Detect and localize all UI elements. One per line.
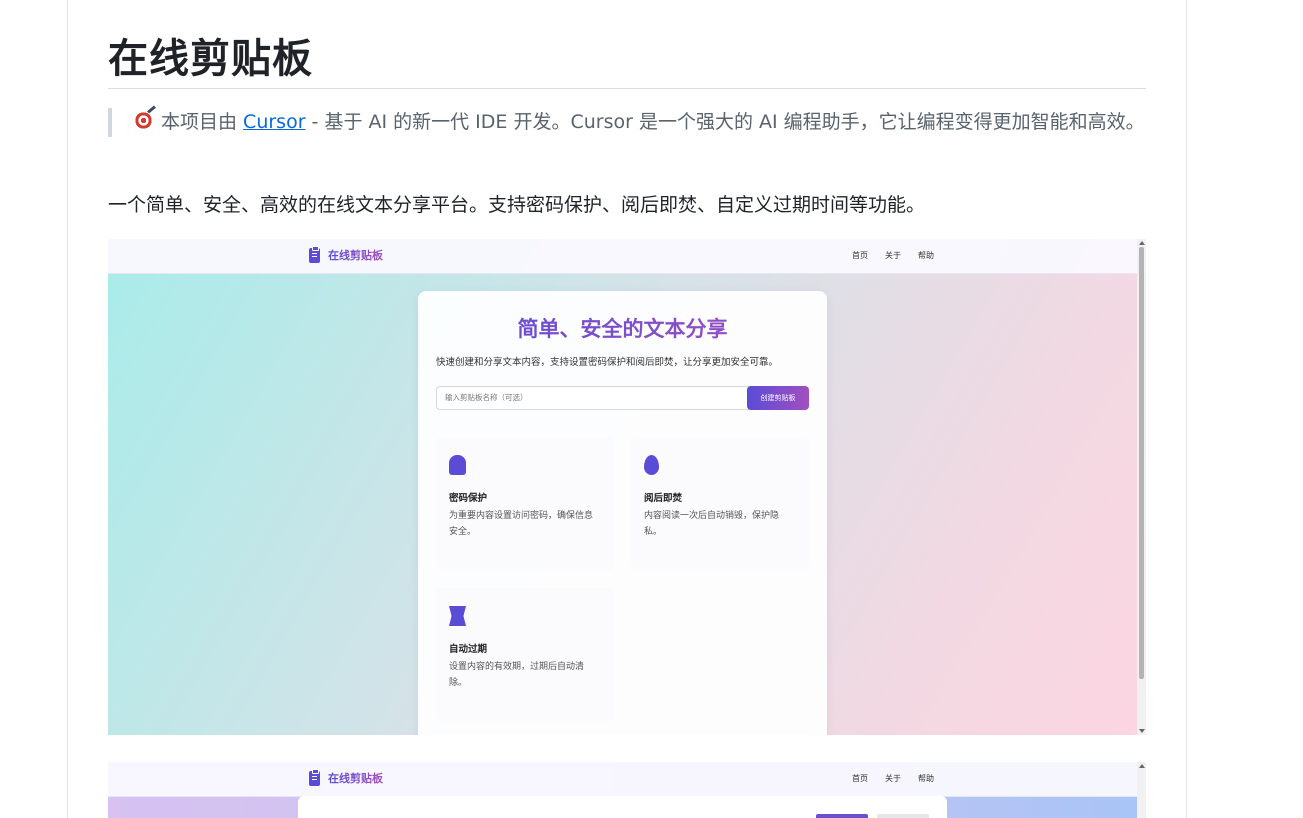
blockquote-text: 本项目由 Cursor - 基于 AI 的新一代 IDE 开发。Cursor 是… (133, 108, 1163, 137)
feature-card-expire: 自动过期 设置内容的有效期，过期后自动清除。 (436, 588, 614, 721)
quote-suffix: - 基于 AI 的新一代 IDE 开发。Cursor 是一个强大的 AI 编程助… (305, 111, 1145, 133)
feature-desc: 内容阅读一次后自动销毁，保护隐私。 (644, 511, 780, 537)
page-border-right (1186, 0, 1187, 818)
app-navbar: 在线剪贴板 首页 关于 帮助 (108, 762, 1137, 797)
scrollbar[interactable] (1137, 239, 1146, 735)
nav-link-home[interactable]: 首页 (852, 250, 868, 261)
lock-icon (449, 455, 466, 475)
hero-subtitle: 快速创建和分享文本内容，支持设置密码保护和阅后即焚，让分享更加安全可靠。 (436, 357, 779, 368)
readme-title: 在线剪贴板 (108, 36, 313, 82)
hero-title: 简单、安全的文本分享 (418, 313, 827, 343)
readme-description: 一个简单、安全、高效的在线文本分享平台。支持密码保护、阅后即焚、自定义过期时间等… (108, 194, 926, 216)
app-logo[interactable]: 在线剪贴板 (309, 245, 383, 263)
clipboard-icon (309, 245, 320, 263)
app-nav-links: 首页 关于 帮助 (852, 250, 934, 261)
nav-link-about[interactable]: 关于 (885, 250, 901, 261)
fire-icon (644, 455, 659, 475)
second-card (298, 796, 947, 818)
scroll-down-arrow-icon[interactable] (1139, 729, 1145, 733)
app-screenshot-second: 在线剪贴板 首页 关于 帮助 (108, 762, 1146, 818)
nav-link-help[interactable]: 帮助 (918, 773, 934, 784)
feature-card-password: 密码保护 为重要内容设置访问密码，确保信息安全。 (436, 437, 614, 570)
nav-link-help[interactable]: 帮助 (918, 250, 934, 261)
app-screenshot-home: 在线剪贴板 首页 关于 帮助 简单、安全的文本分享 快速创建和分享文本内容，支持… (108, 239, 1146, 735)
scrollbar[interactable] (1137, 762, 1146, 818)
secondary-button[interactable] (877, 814, 929, 818)
scroll-up-arrow-icon[interactable] (1139, 764, 1145, 768)
nav-link-about[interactable]: 关于 (885, 773, 901, 784)
app-logo[interactable]: 在线剪贴板 (309, 768, 383, 786)
hero-card: 简单、安全的文本分享 快速创建和分享文本内容，支持设置密码保护和阅后即焚，让分享… (418, 291, 827, 735)
primary-button[interactable] (816, 814, 868, 818)
feature-desc: 设置内容的有效期，过期后自动清除。 (449, 662, 585, 688)
app-logo-text: 在线剪贴板 (328, 249, 383, 262)
feature-card-burn: 阅后即焚 内容阅读一次后自动销毁，保护隐私。 (631, 437, 809, 570)
title-divider (108, 88, 1146, 89)
create-clipboard-button[interactable]: 创建剪贴板 (747, 386, 809, 410)
feature-title: 密码保护 (449, 493, 488, 504)
target-dart-icon (133, 110, 154, 131)
clipboard-name-input[interactable]: 输入剪贴板名称（可选） (436, 386, 754, 410)
app-logo-text: 在线剪贴板 (328, 772, 383, 785)
quote-prefix: 本项目由 (161, 111, 244, 133)
scroll-up-arrow-icon[interactable] (1139, 241, 1145, 245)
page-border-left (67, 0, 68, 818)
scroll-thumb[interactable] (1139, 247, 1144, 679)
feature-desc: 为重要内容设置访问密码，确保信息安全。 (449, 511, 594, 537)
cursor-link[interactable]: Cursor (243, 111, 305, 133)
feature-title: 自动过期 (449, 644, 488, 655)
app-nav-links: 首页 关于 帮助 (852, 773, 934, 784)
clipboard-icon (309, 768, 320, 786)
readme-blockquote: 本项目由 Cursor - 基于 AI 的新一代 IDE 开发。Cursor 是… (108, 108, 1163, 137)
app-navbar: 在线剪贴板 首页 关于 帮助 (108, 239, 1137, 274)
feature-title: 阅后即焚 (644, 493, 683, 504)
nav-link-home[interactable]: 首页 (852, 773, 868, 784)
hourglass-icon (449, 606, 466, 626)
